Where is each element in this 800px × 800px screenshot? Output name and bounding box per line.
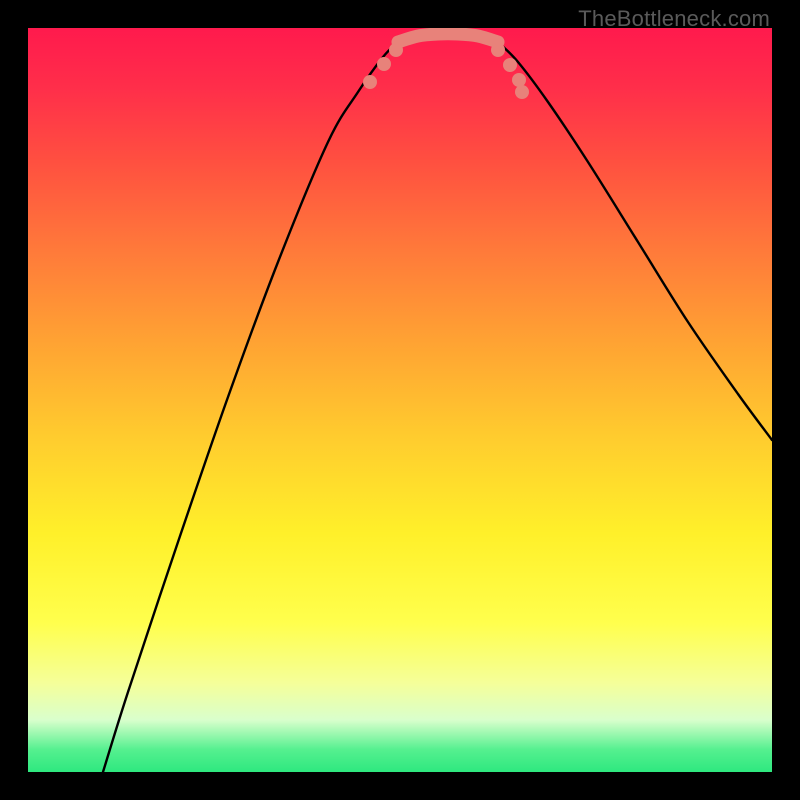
marker-dot	[512, 73, 526, 87]
marker-dot	[503, 58, 517, 72]
valley-floor	[398, 34, 498, 42]
marker-dot	[491, 43, 505, 57]
left-curve	[103, 42, 398, 772]
curve-overlay	[28, 28, 772, 772]
right-curve	[498, 42, 772, 440]
marker-dot	[515, 85, 529, 99]
marker-dot	[389, 43, 403, 57]
bottleneck-chart: TheBottleneck.com	[0, 0, 800, 800]
plot-area	[28, 28, 772, 772]
marker-dot	[363, 75, 377, 89]
marker-dot	[377, 57, 391, 71]
watermark-text: TheBottleneck.com	[578, 6, 770, 32]
